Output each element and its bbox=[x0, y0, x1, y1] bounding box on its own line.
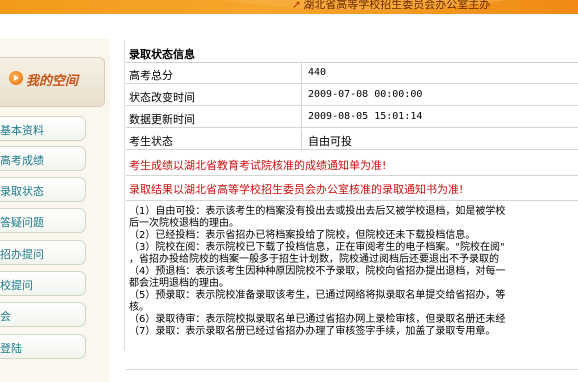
sidebar-item-school-questions[interactable]: 校提问 bbox=[0, 271, 86, 296]
sidebar-item-basic-info[interactable]: 基本资料 bbox=[0, 116, 86, 141]
note-line: （7）录取：表示录取名册已经过省招办办理了审核签字手续，加盖了录取专用章。 bbox=[129, 326, 496, 337]
row-value: 2009-08-05 15:01:14 bbox=[308, 111, 423, 122]
section-title: 录取状态信息 bbox=[126, 40, 578, 63]
sidebar-item-label: 招办提问 bbox=[0, 248, 44, 261]
header-banner: ➚ 湖北省高等学校招生委员会办公室主办 bbox=[0, 0, 578, 14]
info-row-status-change-time: 状态改变时间 2009-07-08 00:00:00 bbox=[126, 85, 578, 106]
row-label: 考生状态 bbox=[129, 135, 173, 148]
sidebar-item-office-questions[interactable]: 招办提问 bbox=[0, 240, 86, 265]
sidebar-item-meeting[interactable]: 会 bbox=[0, 302, 86, 327]
info-row-data-update-time: 数据更新时间 2009-08-05 15:01:14 bbox=[126, 107, 578, 128]
main-content: 录取状态信息 高考总分 440 状态改变时间 2009-07-08 00:00:… bbox=[126, 40, 578, 370]
row-value: 自由可投 bbox=[308, 135, 352, 148]
cell-divider bbox=[301, 85, 302, 106]
note-line: （4）预退档：表示该考生因种种原因院校不予录取，院校向省招办提出退档，对每一 bbox=[129, 266, 506, 277]
row-value: 440 bbox=[308, 67, 327, 78]
banner-sponsor-text: ➚ 湖北省高等学校招生委员会办公室主办 bbox=[292, 0, 490, 12]
sidebar-item-label: 高考成绩 bbox=[0, 154, 44, 167]
note-line: （3）院校在阅：表示院校已下载了投档信息，正在审阅考生的电子档案。"院校在阅" bbox=[129, 242, 505, 253]
divider bbox=[126, 175, 578, 176]
note-line: （1）自由可投：表示该考生的档案没有投出去或投出去后又被学校退档，如是被学校 bbox=[129, 206, 506, 217]
cell-divider bbox=[301, 129, 302, 150]
note-line: （2）已经投档：表示省招办已将档案投给了院校，但院校还未下载投档信息。 bbox=[129, 230, 476, 241]
divider bbox=[126, 200, 578, 201]
note-line: ，省招办投给院校的档案一般多于招生计划数，院校通过阅档后还要退出不予录取的 bbox=[129, 254, 499, 265]
status-explanations: （1）自由可投：表示该考生的档案没有投出去或投出去后又被学校退档，如是被学校 后… bbox=[129, 206, 578, 338]
row-value: 2009-07-08 00:00:00 bbox=[308, 89, 423, 100]
arrow-icon: ➚ bbox=[292, 0, 302, 11]
my-space-label: 我的空间 bbox=[26, 74, 79, 89]
row-label: 状态改变时间 bbox=[129, 91, 195, 104]
sidebar-item-label: 会 bbox=[0, 310, 11, 323]
row-label: 高考总分 bbox=[129, 69, 173, 82]
sidebar: 我的空间 基本资料 高考成绩 录取状态 答疑问题 招办提问 校提问 会 登陆 bbox=[0, 38, 110, 382]
banner-sponsor-label: 湖北省高等学校招生委员会办公室主办 bbox=[303, 0, 491, 11]
sidebar-item-scores[interactable]: 高考成绩 bbox=[0, 146, 86, 171]
sidebar-item-label: 登陆 bbox=[0, 342, 22, 355]
note-line: 都会注明退档的理由。 bbox=[129, 278, 229, 289]
note-line: 核。 bbox=[129, 302, 149, 313]
sidebar-item-label: 答疑问题 bbox=[0, 216, 44, 229]
sidebar-item-admission-status[interactable]: 录取状态 bbox=[0, 177, 86, 202]
sidebar-item-label: 校提问 bbox=[0, 279, 33, 292]
sidebar-item-label: 基本资料 bbox=[0, 124, 44, 137]
info-row-total-score: 高考总分 440 bbox=[126, 63, 578, 84]
info-row-candidate-status: 考生状态 自由可投 bbox=[126, 129, 578, 150]
sidebar-item-login[interactable]: 登陆 bbox=[0, 334, 86, 359]
cell-divider bbox=[301, 63, 302, 84]
row-label: 数据更新时间 bbox=[129, 113, 195, 126]
play-circle-icon bbox=[9, 71, 23, 85]
column-divider bbox=[124, 40, 125, 350]
admission-notice: 录取结果以湖北省高等学校招生委员会办公室核准的录取通知书为准! bbox=[129, 183, 464, 196]
note-line: 后一次院校退档的理由。 bbox=[129, 218, 239, 229]
my-space-header[interactable]: 我的空间 bbox=[0, 57, 105, 107]
divider bbox=[126, 369, 578, 370]
sidebar-item-qa[interactable]: 答疑问题 bbox=[0, 208, 86, 233]
cell-divider bbox=[301, 107, 302, 128]
sidebar-item-label: 录取状态 bbox=[0, 185, 44, 198]
note-line: （6）录取待审：表示院校拟录取名单已通过省招办网上录检审核，但录取名册还未经 bbox=[129, 314, 506, 325]
score-notice: 考生成绩以湖北省教育考试院核准的成绩通知单为准! bbox=[129, 159, 387, 172]
note-line: （5）预录取：表示院校准备录取该考生，已通过网络将拟录取名单提交给省招办，等 bbox=[129, 290, 506, 301]
